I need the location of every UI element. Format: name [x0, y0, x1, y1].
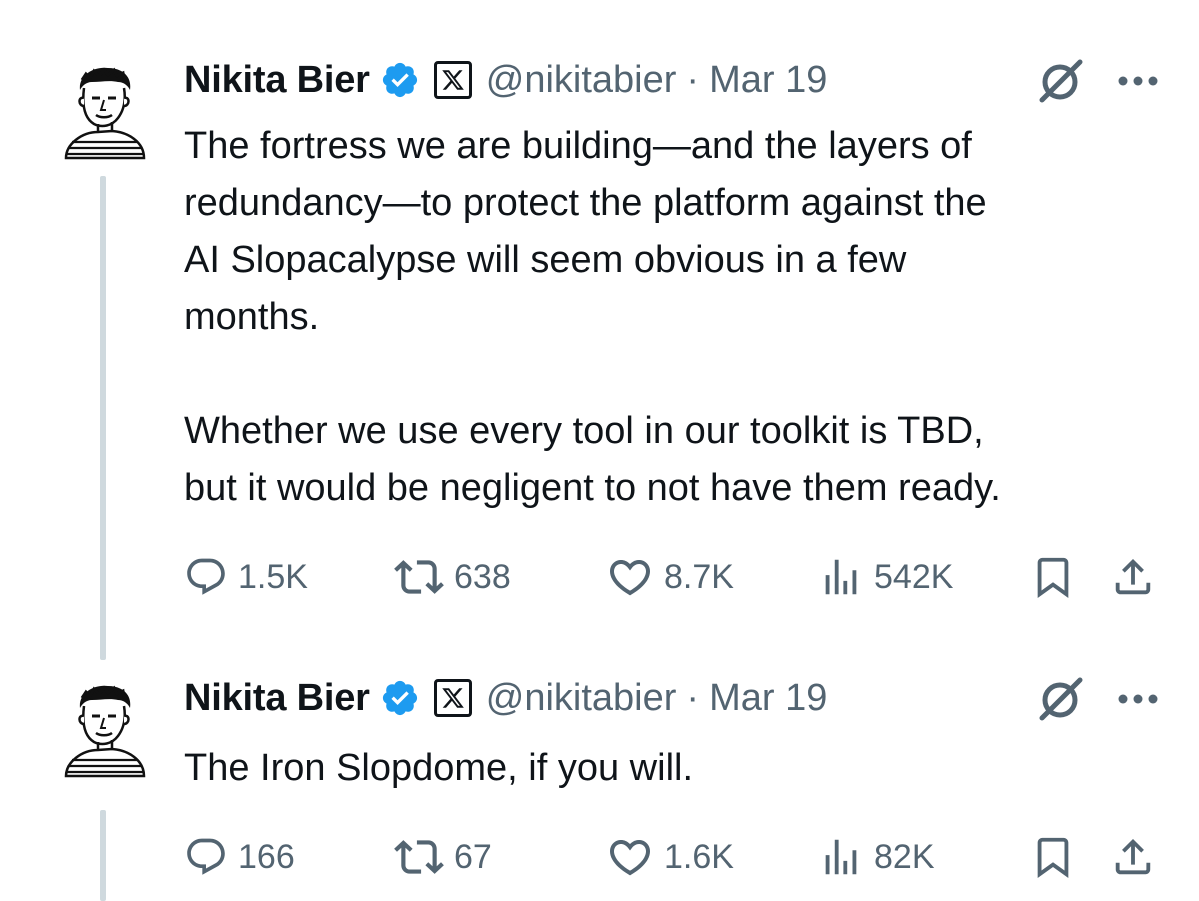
- views-button[interactable]: 82K: [818, 832, 935, 882]
- reply-icon: [184, 835, 228, 879]
- views-icon: [818, 554, 864, 600]
- bookmark-icon: [1030, 834, 1076, 880]
- more-options-icon[interactable]: [1116, 74, 1160, 88]
- tweet-text: The Iron Slopdome, if you will.: [184, 747, 694, 789]
- x-logo-icon[interactable]: [433, 61, 472, 99]
- more-options-icon[interactable]: [1116, 692, 1160, 706]
- author-name[interactable]: Nikita Bier: [184, 677, 370, 720]
- share-icon: [1110, 834, 1156, 880]
- verified-badge-icon[interactable]: [380, 60, 420, 100]
- like-count: 1.6K: [664, 837, 734, 876]
- repost-count: 67: [454, 837, 492, 876]
- like-icon: [606, 833, 654, 881]
- like-icon: [606, 553, 654, 601]
- bookmark-button[interactable]: [1030, 552, 1076, 602]
- repost-count: 638: [454, 557, 511, 596]
- repost-icon: [394, 552, 444, 602]
- tweet-header: Nikita Bier @nikitabier · Mar 19: [184, 674, 827, 722]
- tweet-actions: 1.5K 638 8.7K 542K: [184, 552, 1164, 602]
- tweet-text: The fortress we are building—and the lay…: [184, 125, 1001, 509]
- reply-count: 166: [238, 837, 295, 876]
- avatar[interactable]: [52, 60, 156, 164]
- repost-button[interactable]: 638: [394, 552, 511, 602]
- share-button[interactable]: [1110, 832, 1156, 882]
- bookmark-button[interactable]: [1030, 832, 1076, 882]
- views-count: 542K: [874, 557, 954, 596]
- separator-dot: ·: [686, 676, 700, 719]
- tweet[interactable]: Nikita Bier @nikitabier · Mar 19 The Iro…: [0, 674, 1199, 901]
- share-icon: [1110, 554, 1156, 600]
- x-logo-icon[interactable]: [433, 679, 472, 717]
- author-handle[interactable]: @nikitabier: [486, 59, 677, 102]
- like-button[interactable]: 1.6K: [606, 832, 734, 882]
- author-name[interactable]: Nikita Bier: [184, 59, 370, 102]
- grok-icon[interactable]: [1036, 58, 1086, 104]
- verified-badge-icon[interactable]: [380, 678, 420, 718]
- views-count: 82K: [874, 837, 935, 876]
- author-handle[interactable]: @nikitabier: [486, 677, 677, 720]
- views-icon: [818, 834, 864, 880]
- tweet-actions: 166 67 1.6K 82K: [184, 832, 1164, 882]
- repost-button[interactable]: 67: [394, 832, 492, 882]
- share-button[interactable]: [1110, 552, 1156, 602]
- avatar[interactable]: [52, 678, 156, 782]
- tweet[interactable]: Nikita Bier @nikitabier · Mar 19 The for…: [0, 56, 1199, 616]
- repost-icon: [394, 832, 444, 882]
- separator-dot: ·: [686, 58, 700, 101]
- reply-button[interactable]: 1.5K: [184, 552, 308, 602]
- reply-button[interactable]: 166: [184, 832, 295, 882]
- tweet-date[interactable]: Mar 19: [709, 677, 827, 720]
- views-button[interactable]: 542K: [818, 552, 953, 602]
- reply-icon: [184, 555, 228, 599]
- like-button[interactable]: 8.7K: [606, 552, 734, 602]
- reply-count: 1.5K: [238, 557, 308, 596]
- grok-icon[interactable]: [1036, 676, 1086, 722]
- bookmark-icon: [1030, 554, 1076, 600]
- like-count: 8.7K: [664, 557, 734, 596]
- tweet-date[interactable]: Mar 19: [709, 59, 827, 102]
- tweet-header: Nikita Bier @nikitabier · Mar 19: [184, 56, 827, 104]
